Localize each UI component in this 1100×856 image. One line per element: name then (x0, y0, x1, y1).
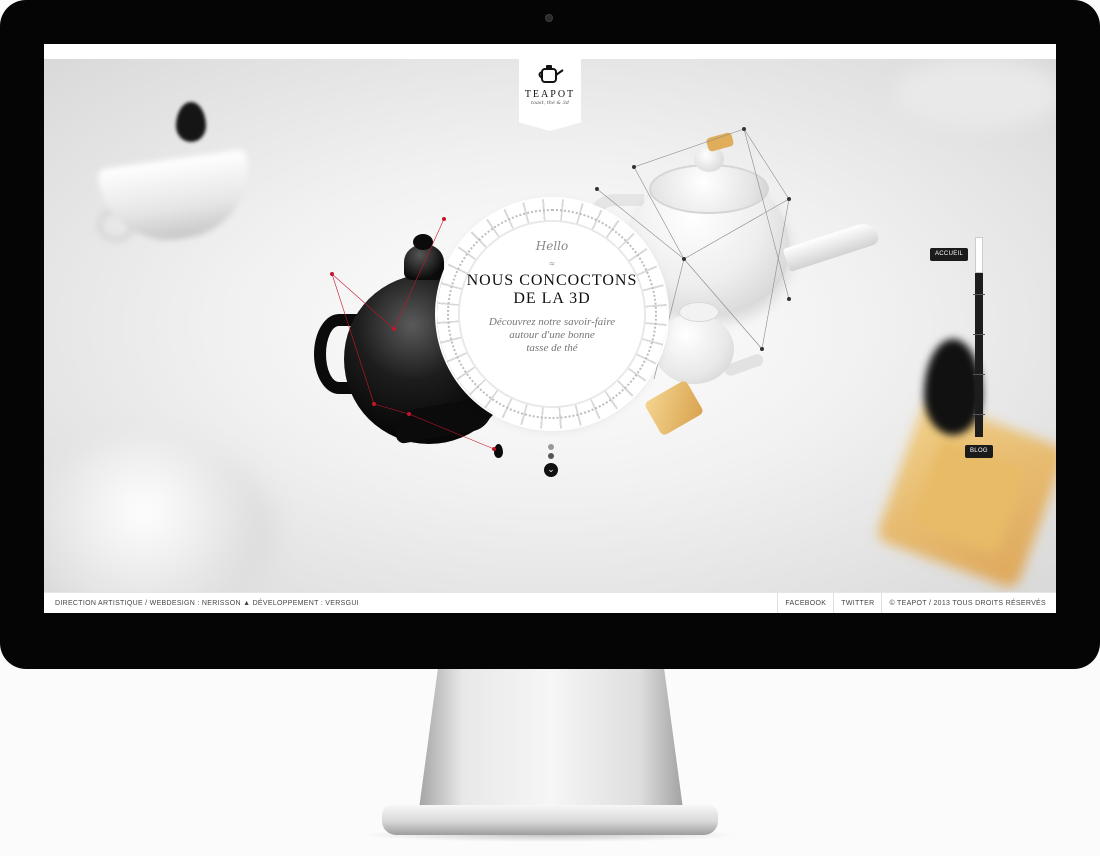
timeline-tick (973, 294, 985, 295)
hero-subtitle-line-3: tasse de thé (526, 342, 578, 354)
ink-drop-large-icon (924, 339, 982, 435)
slide-pager: ⌄ (544, 444, 558, 477)
hero-subtitle-line-2: autour d'une bonne (509, 329, 595, 341)
timeline-blog-label[interactable]: BLOG (965, 445, 993, 458)
browser-top-strip (44, 44, 1056, 59)
small-teapot-lid (679, 302, 719, 322)
black-teapot-knob (413, 234, 433, 250)
logo-title: TEAPOT (524, 89, 576, 100)
timeline-tick (973, 334, 985, 335)
pager-dot[interactable] (548, 453, 554, 459)
hero-section: Hello ≈ NOUS CONCOCTONS DE LA 3D Découvr… (44, 59, 1056, 592)
pager-dot[interactable] (548, 444, 554, 450)
desktop-mockup: Hello ≈ NOUS CONCOCTONS DE LA 3D Découvr… (0, 0, 1100, 856)
timeline-tick (973, 414, 985, 415)
monitor-stand (418, 669, 684, 813)
site-footer: DIRECTION ARTISTIQUE / WEBDESIGN : NERIS… (44, 592, 1056, 613)
footer-copyright: © TEAPOT / 2013 TOUS DROITS RÉSERVÉS (881, 593, 1056, 613)
hero-text-block: Hello ≈ NOUS CONCOCTONS DE LA 3D Découvr… (457, 239, 647, 355)
monitor-bezel: Hello ≈ NOUS CONCOCTONS DE LA 3D Découvr… (0, 0, 1100, 669)
teapot-icon (538, 65, 564, 83)
twitter-link[interactable]: TWITTER (833, 593, 881, 613)
ink-drip-icon (494, 444, 503, 458)
footer-links: FACEBOOK TWITTER © TEAPOT / 2013 TOUS DR… (777, 593, 1056, 613)
camera-icon (545, 14, 553, 22)
teapot-logo[interactable]: TEAPOT toast, thé & 3d (519, 59, 581, 131)
facebook-link[interactable]: FACEBOOK (777, 593, 833, 613)
browser-screen: Hello ≈ NOUS CONCOCTONS DE LA 3D Découvr… (44, 44, 1056, 613)
lace-doily: Hello ≈ NOUS CONCOCTONS DE LA 3D Découvr… (437, 199, 667, 429)
hero-divider: ≈ (548, 259, 556, 268)
blurred-teapot (44, 439, 274, 592)
timeline-tick (973, 374, 985, 375)
hero-headline-line-2: DE LA 3D (513, 290, 591, 307)
chevron-down-icon[interactable]: ⌄ (544, 463, 558, 477)
timeline-accueil-label[interactable]: ACCUEIL (930, 248, 969, 261)
ink-drop-icon (176, 102, 206, 142)
monitor-base (382, 805, 718, 835)
blurred-cloud (894, 59, 1056, 129)
footer-credits: DIRECTION ARTISTIQUE / WEBDESIGN : NERIS… (55, 600, 359, 607)
hero-greeting: Hello (535, 239, 569, 253)
logo-tagline: toast, thé & 3d (531, 100, 569, 106)
hero-headline-line-1: NOUS CONCOCTONS (466, 272, 638, 289)
hero-subtitle-line-1: Découvrez notre savoir-faire (488, 316, 616, 328)
white-teapot-spout (782, 219, 881, 273)
timeline-progress (975, 237, 983, 273)
